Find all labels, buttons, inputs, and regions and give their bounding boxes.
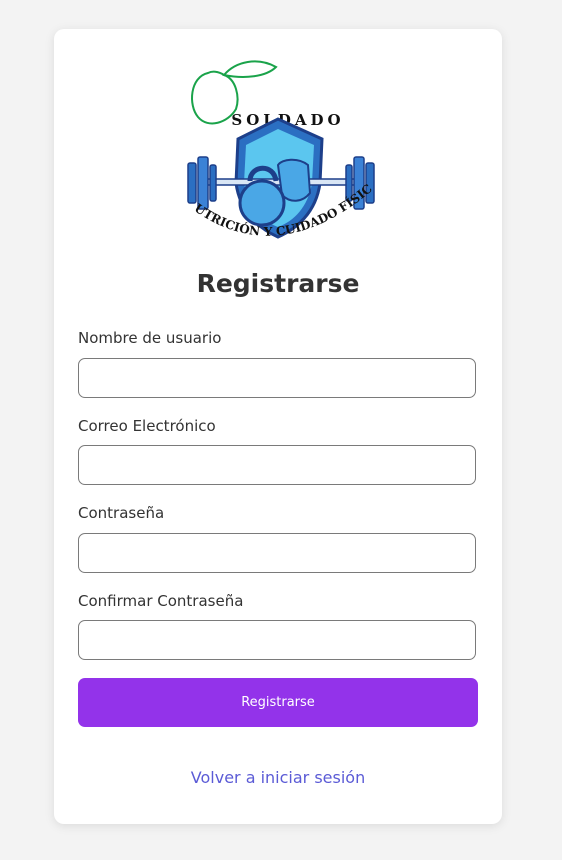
page-title: Registrarse bbox=[196, 269, 360, 298]
email-input[interactable] bbox=[78, 445, 476, 485]
password-label: Contraseña bbox=[78, 504, 165, 522]
back-to-login-link[interactable]: Volver a iniciar sesión bbox=[54, 768, 502, 787]
confirm-password-input[interactable] bbox=[78, 620, 476, 660]
email-label: Correo Electrónico bbox=[78, 417, 216, 435]
username-label: Nombre de usuario bbox=[78, 329, 222, 347]
register-button[interactable]: Registrarse bbox=[78, 678, 478, 727]
brand-logo: SOLDADO NUTRICIÓN Y CUIDADO FÍSICO bbox=[178, 53, 375, 239]
username-input[interactable] bbox=[78, 358, 476, 398]
password-input[interactable] bbox=[78, 533, 476, 573]
register-card: SOLDADO NUTRICIÓN Y CUIDADO FÍSICO Regis… bbox=[54, 29, 502, 824]
confirm-password-label: Confirmar Contraseña bbox=[78, 592, 244, 610]
